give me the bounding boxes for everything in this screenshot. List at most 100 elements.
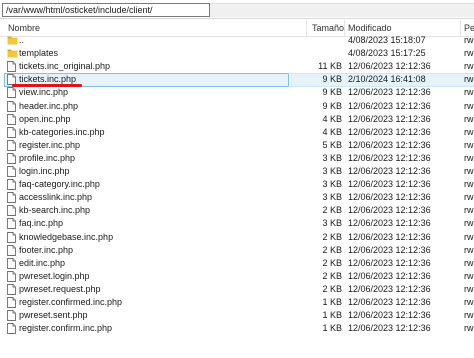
file-icon — [7, 270, 17, 282]
file-row[interactable]: view.inc.php 9 KB 12/06/2023 12:12:36 rw — [0, 86, 474, 99]
file-name: .. — [19, 35, 25, 45]
file-modified: 12/06/2023 12:12:36 — [348, 257, 431, 268]
file-size: 5 KB — [322, 139, 342, 150]
file-row[interactable]: kb-search.inc.php 2 KB 12/06/2023 12:12:36… — [0, 204, 474, 217]
file-icon — [7, 257, 17, 269]
file-row[interactable]: templates 4/08/2023 15:17:25 rw — [0, 47, 474, 60]
file-name: profile.inc.php — [19, 152, 76, 163]
file-icon — [7, 87, 17, 99]
file-size: 1 KB — [322, 310, 342, 321]
file-permissions: rw — [464, 205, 474, 216]
file-modified: 12/06/2023 12:12:36 — [348, 100, 431, 111]
file-row[interactable]: .. 4/08/2023 15:18:07 rw — [0, 34, 474, 47]
file-name: register.confirmed.inc.php — [19, 297, 123, 307]
file-row[interactable]: open.inc.php 4 KB 12/06/2023 12:12:36 rw — [0, 113, 474, 126]
file-icon — [7, 61, 17, 73]
file-size: 9 KB — [322, 87, 342, 98]
file-permissions: rw — [464, 48, 474, 59]
file-size: 11 KB — [318, 61, 342, 72]
file-icon — [7, 100, 17, 112]
file-permissions: rw — [464, 61, 474, 72]
file-row[interactable]: accesslink.inc.php 3 KB 12/06/2023 12:12:3… — [0, 191, 474, 204]
file-name: pwreset.sent.php — [19, 310, 88, 321]
file-permissions: rw — [464, 139, 474, 150]
file-row[interactable]: login.inc.php 3 KB 12/06/2023 12:12:36 rw — [0, 165, 474, 178]
file-row[interactable]: header.inc.php 9 KB 12/06/2023 12:12:36 rw — [0, 100, 474, 113]
file-permissions: rw — [464, 152, 474, 163]
file-row[interactable]: footer.inc.php 2 KB 12/06/2023 12:12:36 rw — [0, 244, 474, 257]
file-permissions: rw — [464, 218, 474, 229]
file-row[interactable]: register.inc.php 5 KB 12/06/2023 12:12:36 r… — [0, 139, 474, 152]
file-permissions: rw — [464, 192, 474, 203]
file-modified: 12/06/2023 12:12:36 — [348, 218, 431, 229]
file-row[interactable]: pwreset.request.php 2 KB 12/06/2023 12:12:… — [0, 283, 474, 296]
file-size: 9 KB — [322, 100, 342, 111]
file-size: 1 KB — [322, 297, 342, 307]
file-permissions: rw — [464, 297, 474, 307]
file-icon — [7, 126, 17, 138]
file-icon — [7, 179, 17, 191]
file-icon — [7, 323, 17, 335]
file-modified: 12/06/2023 12:12:36 — [348, 139, 431, 150]
file-row[interactable]: faq-category.inc.php 3 KB 12/06/2023 12:12… — [0, 178, 474, 191]
file-permissions: rw — [464, 100, 474, 111]
file-permissions: rw — [464, 231, 474, 242]
file-permissions: rw — [464, 283, 474, 294]
file-name: knowledgebase.inc.php — [19, 231, 114, 242]
file-row[interactable]: register.confirm.inc.php 1 KB 12/06/2023 1… — [0, 322, 474, 335]
file-permissions: rw — [464, 35, 474, 45]
file-row[interactable]: pwreset.sent.php 1 KB 12/06/2023 12:12:36 r… — [0, 309, 474, 322]
file-icon — [7, 244, 17, 256]
file-modified: 12/06/2023 12:12:36 — [348, 152, 431, 163]
file-permissions: rw — [464, 244, 474, 255]
file-name: login.inc.php — [19, 166, 70, 176]
file-row[interactable]: register.confirmed.inc.php 1 KB 12/06/2023… — [0, 296, 474, 309]
red-underline-annotation — [12, 84, 82, 87]
file-icon — [7, 297, 17, 308]
file-size: 2 KB — [322, 283, 342, 294]
file-modified: 12/06/2023 12:12:36 — [348, 87, 431, 98]
file-name: open.inc.php — [19, 113, 71, 124]
file-modified: 12/06/2023 12:12:36 — [348, 61, 431, 72]
file-size: 3 KB — [322, 179, 342, 190]
file-name: templates — [19, 48, 59, 59]
file-row[interactable]: tickets.inc_original.php 11 KB 12/06/2023 … — [0, 60, 474, 73]
file-name: accesslink.inc.php — [19, 192, 93, 203]
file-icon — [7, 113, 17, 125]
file-name: register.inc.php — [19, 139, 81, 150]
file-modified: 12/06/2023 12:12:36 — [348, 323, 431, 334]
file-size: 2 KB — [322, 205, 342, 216]
file-size: 2 KB — [322, 231, 342, 242]
file-size: 3 KB — [322, 218, 342, 229]
file-row[interactable]: faq.inc.php 3 KB 12/06/2023 12:12:36 rw — [0, 217, 474, 230]
file-icon — [7, 192, 17, 204]
file-icon — [7, 205, 17, 217]
file-row[interactable]: kb-categories.inc.php 4 KB 12/06/2023 12:1… — [0, 126, 474, 139]
file-modified: 12/06/2023 12:12:36 — [348, 231, 431, 242]
file-size: 9 KB — [322, 74, 342, 85]
file-row[interactable]: pwreset.login.php 2 KB 12/06/2023 12:12:36… — [0, 270, 474, 283]
file-modified: 12/06/2023 12:12:36 — [348, 283, 431, 294]
file-row[interactable]: profile.inc.php 3 KB 12/06/2023 12:12:36 rw — [0, 152, 474, 165]
file-permissions: rw — [464, 87, 474, 98]
file-name: faq.inc.php — [19, 218, 64, 229]
file-modified: 2/10/2024 16:41:08 — [348, 74, 426, 85]
file-icon — [7, 283, 17, 295]
file-name: edit.inc.php — [19, 257, 66, 268]
file-permissions: rw — [464, 310, 474, 321]
file-size: 3 KB — [322, 192, 342, 203]
file-size: 3 KB — [322, 166, 342, 176]
file-size: 2 KB — [322, 270, 342, 281]
path-bar: /var/www/html/osticket/include/client/ — [0, 0, 474, 19]
path-input[interactable]: /var/www/html/osticket/include/client/ — [2, 3, 210, 17]
file-size: 2 KB — [322, 257, 342, 268]
file-permissions: rw — [464, 113, 474, 124]
file-modified: 12/06/2023 12:12:36 — [348, 126, 431, 137]
file-modified: 12/06/2023 12:12:36 — [348, 297, 431, 307]
file-name: footer.inc.php — [19, 244, 74, 255]
file-modified: 12/06/2023 12:12:36 — [348, 244, 431, 255]
file-row[interactable]: edit.inc.php 2 KB 12/06/2023 12:12:36 rw — [0, 257, 474, 270]
file-size: 3 KB — [322, 152, 342, 163]
file-modified: 4/08/2023 15:17:25 — [348, 48, 426, 59]
file-row[interactable]: knowledgebase.inc.php 2 KB 12/06/2023 12:1… — [0, 231, 474, 244]
